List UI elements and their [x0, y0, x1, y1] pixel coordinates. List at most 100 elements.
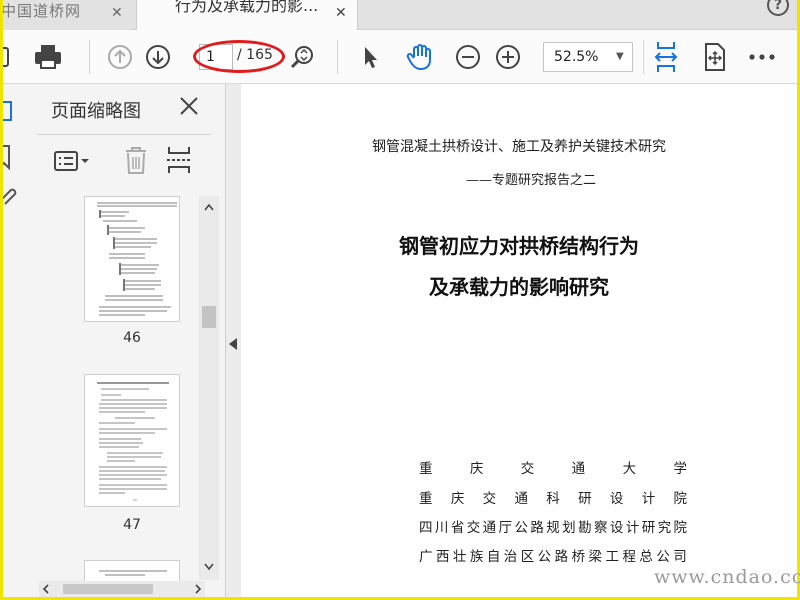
organization-char: 公: [656, 549, 670, 565]
organization-char: 路: [530, 520, 544, 536]
close-icon[interactable]: ✕: [335, 2, 353, 21]
previous-page-icon[interactable]: [105, 42, 135, 72]
close-icon[interactable]: [177, 94, 201, 118]
scroll-down-icon[interactable]: [203, 562, 215, 572]
organization-char: 研: [578, 491, 592, 507]
highlight-circle: [193, 40, 285, 73]
organization-char: 总: [639, 549, 653, 565]
organization-char: 梁: [588, 549, 603, 565]
tab-previous-title: 中国道桥网: [3, 2, 82, 20]
organization-char: 究: [657, 520, 672, 536]
chevron-down-icon: ▼: [616, 51, 624, 62]
organization-char: 大: [622, 461, 637, 477]
full-screen-icon[interactable]: [699, 42, 729, 72]
organization-char: 重: [419, 491, 433, 507]
thumbnail-page-label: 46: [123, 330, 141, 346]
scroll-right-icon[interactable]: [193, 584, 203, 594]
watermark: www.cndao.com: [654, 566, 800, 588]
organization: 重庆交通大学: [419, 457, 687, 477]
navigation-strip: [3, 84, 25, 597]
organization-char: 壮: [452, 549, 467, 565]
divider: [37, 134, 211, 135]
horizontal-scrollbar[interactable]: [39, 581, 205, 597]
zoom-value: 52.5%: [554, 49, 599, 65]
organization: 重庆交通科研设计院: [419, 487, 687, 507]
delete-icon[interactable]: [121, 144, 151, 176]
organization-char: 通: [482, 520, 497, 536]
thumbnail-page-label: 47: [123, 517, 141, 533]
organization-char: 计: [625, 520, 640, 536]
document-title-line2: 及承载力的影响研究: [429, 275, 609, 299]
tab-bar: 中国道桥网 ✕ 行为及承载力的影... ✕ ?: [3, 0, 797, 30]
tab-previous-document[interactable]: 中国道桥网 ✕: [3, 0, 131, 30]
page-layout-icon[interactable]: [165, 144, 193, 176]
thumbnail-scrollbar[interactable]: [199, 196, 219, 580]
toolbar-divider: [337, 40, 338, 74]
collapse-panel-icon[interactable]: [229, 338, 237, 350]
organization-char: 重: [419, 461, 433, 477]
organization-char: 工: [605, 549, 619, 565]
more-options-icon[interactable]: [747, 42, 777, 72]
panel-splitter[interactable]: [225, 84, 241, 597]
print-icon[interactable]: [33, 42, 63, 72]
toolbar: 1 / 165 52.5% ▼: [3, 30, 797, 84]
save-icon[interactable]: [3, 42, 15, 72]
bookmarks-icon[interactable]: [3, 142, 25, 172]
find-icon[interactable]: [287, 42, 317, 72]
page-thumbnails-icon[interactable]: [3, 98, 25, 126]
scroll-up-icon[interactable]: [203, 202, 215, 212]
organization-char: 院: [673, 491, 688, 507]
scrollbar-thumb[interactable]: [63, 584, 153, 594]
organization-char: 学: [673, 461, 687, 477]
fit-width-icon[interactable]: [651, 42, 681, 72]
document-page: 钢管混凝土拱桥设计、施工及养护关键技术研究 ——专题研究报告之二 钢管初应力对拱…: [241, 84, 797, 597]
organization-char: 族: [469, 549, 484, 565]
organization-char: 西: [435, 549, 450, 565]
panel-title: 页面缩略图: [51, 101, 141, 122]
document-subject: 钢管混凝土拱桥设计、施工及养护关键技术研究: [372, 139, 666, 155]
app-window: 中国道桥网 ✕ 行为及承载力的影... ✕ ? 1 / 165 52.5% ▼ …: [3, 0, 797, 597]
zoom-select[interactable]: 52.5% ▼: [543, 42, 633, 72]
organization-char: 规: [546, 520, 560, 536]
organization-char: 公: [537, 549, 552, 565]
thumbnail-panel: 页面缩略图 46 47: [25, 84, 225, 597]
thumbnail-page[interactable]: [84, 374, 180, 507]
help-icon[interactable]: ?: [767, 0, 789, 16]
next-page-icon[interactable]: [143, 42, 173, 72]
organization-char: 公: [514, 520, 528, 536]
tab-active-document[interactable]: 行为及承载力的影... ✕: [136, 0, 358, 30]
organization-char: 路: [554, 549, 569, 565]
organization: 广西壮族自治区公路桥梁工程总公司: [419, 545, 687, 565]
thumbnail-options-icon[interactable]: [53, 148, 93, 174]
organization-char: 交: [466, 520, 481, 536]
organization-char: 区: [520, 549, 535, 565]
thumbnail-page[interactable]: [84, 196, 180, 322]
organization-char: 勘: [578, 520, 592, 536]
organization-char: 广: [419, 549, 433, 565]
organization-char: 庆: [469, 461, 484, 477]
organization-char: 设: [609, 520, 624, 536]
close-icon[interactable]: ✕: [111, 2, 129, 21]
zoom-in-icon[interactable]: [493, 42, 523, 72]
organization-char: 省: [450, 520, 465, 536]
select-cursor-icon[interactable]: [355, 42, 385, 72]
document-series: ——专题研究报告之二: [465, 173, 596, 188]
organization-char: 自: [486, 549, 501, 565]
hand-tool-icon[interactable]: [405, 42, 435, 72]
organization-char: 院: [673, 520, 688, 536]
organization-char: 司: [673, 549, 687, 565]
scroll-left-icon[interactable]: [41, 584, 51, 594]
document-title-line1: 钢管初应力对拱桥结构行为: [399, 234, 639, 258]
attachment-icon[interactable]: [3, 184, 25, 206]
scrollbar-thumb[interactable]: [202, 306, 216, 328]
toolbar-divider: [643, 40, 644, 74]
organization-char: 研: [641, 520, 656, 536]
organization-char: 计: [641, 491, 656, 507]
organization-char: 厅: [498, 520, 513, 536]
organization-char: 桥: [571, 549, 586, 565]
zoom-out-icon[interactable]: [453, 42, 483, 72]
organization-char: 交: [520, 461, 535, 477]
toolbar-divider: [89, 40, 90, 74]
organization-char: 通: [571, 461, 586, 477]
organization-char: 四: [419, 520, 433, 536]
